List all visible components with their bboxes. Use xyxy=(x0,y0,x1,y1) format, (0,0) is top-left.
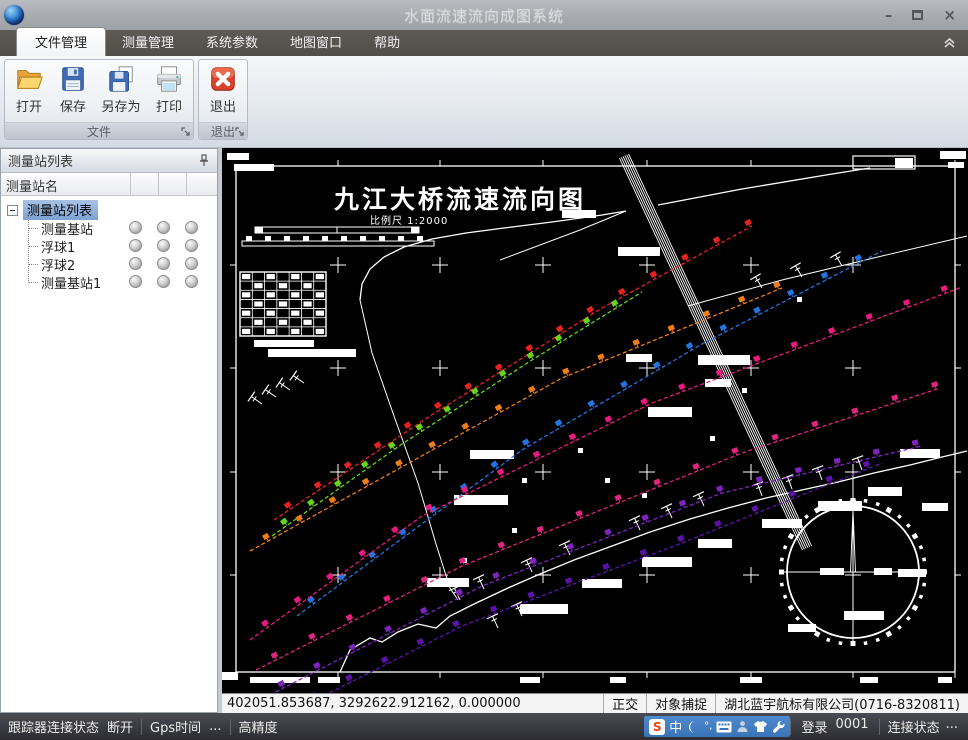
track-pink xyxy=(256,381,940,670)
app-window: 水面流速流向成图系统 – × 文件管理 测量管理 系统参数 地图窗口 帮助 xyxy=(0,0,968,740)
dialog-launcher-icon[interactable] xyxy=(181,127,191,137)
ribbon-group-caption-file: 文件 xyxy=(5,122,193,139)
ribbon-group-caption-exit: 退出 xyxy=(199,122,247,139)
company-label: 湖北蓝宇航标有限公司(0716-8320811) xyxy=(715,694,968,713)
minimize-button[interactable]: – xyxy=(885,8,893,23)
maximize-button[interactable] xyxy=(912,10,923,20)
station-list-panel: 测量站列表 测量站名 测量站列表 测量基站 xyxy=(0,148,218,713)
status-led xyxy=(185,239,198,252)
ribbon: 打开 保存 xyxy=(0,56,968,148)
cad-status-bar: 402051.853687, 3292622.912162, 0.000000 … xyxy=(222,693,968,713)
cursor-coordinates: 402051.853687, 3292622.912162, 0.000000 xyxy=(222,696,603,711)
tree-item-base-station-1[interactable]: 测量基站1 xyxy=(1,273,217,291)
column-header-indicator[interactable] xyxy=(131,173,159,195)
tracker-status-value: 断开 xyxy=(107,717,133,736)
gps-time-value: ... xyxy=(209,719,221,734)
ribbon-group-file: 打开 保存 xyxy=(4,59,194,140)
gps-time-label: Gps时间 xyxy=(150,717,201,736)
status-led xyxy=(129,275,142,288)
status-led xyxy=(185,221,198,234)
status-led xyxy=(129,239,142,252)
ime-language-icon[interactable]: 中 xyxy=(669,717,682,736)
drawing-scale-label: 比例尺 1:2000 xyxy=(370,212,448,227)
dialog-launcher-icon[interactable] xyxy=(235,127,245,137)
ribbon-tab-bar: 文件管理 测量管理 系统参数 地图窗口 帮助 xyxy=(0,30,968,56)
tab-help[interactable]: 帮助 xyxy=(358,28,416,56)
window-title: 水面流速流向成图系统 xyxy=(404,5,564,26)
close-button[interactable]: × xyxy=(943,8,956,23)
soft-keyboard-icon[interactable] xyxy=(716,721,732,733)
tab-measure-management[interactable]: 测量管理 xyxy=(106,28,190,56)
sogou-ime-icon[interactable]: S xyxy=(649,719,665,735)
precision-label: 高精度 xyxy=(239,717,278,736)
save-as-button[interactable]: 另存为 xyxy=(95,62,147,115)
app-status-bar: 跟踪器连接状态 断开 Gps时间 ... 高精度 S 中 °, xyxy=(0,713,968,740)
wrench-settings-icon[interactable] xyxy=(772,720,785,733)
exit-icon xyxy=(208,64,238,94)
track-violet xyxy=(260,460,882,693)
open-folder-icon xyxy=(14,64,44,94)
skin-shirt-icon[interactable] xyxy=(753,720,768,733)
save-floppy-icon xyxy=(58,64,88,94)
status-led xyxy=(157,257,170,270)
save-button[interactable]: 保存 xyxy=(51,62,95,115)
exit-button[interactable]: 退出 xyxy=(201,62,245,115)
punctuation-icon[interactable]: °, xyxy=(704,721,712,732)
open-button[interactable]: 打开 xyxy=(7,62,51,115)
collapse-ribbon-icon[interactable] xyxy=(943,36,956,49)
ime-language-bar: S 中 °, xyxy=(644,716,790,737)
status-led xyxy=(157,275,170,288)
status-led xyxy=(185,275,198,288)
tab-map-window[interactable]: 地图窗口 xyxy=(274,28,358,56)
column-header-indicator[interactable] xyxy=(159,173,187,195)
app-logo-globe-icon xyxy=(4,5,24,25)
save-as-icon xyxy=(106,64,136,94)
panel-title: 测量站列表 xyxy=(8,151,73,170)
main-area: 测量站列表 测量站名 测量站列表 测量基站 xyxy=(0,148,968,713)
track-red xyxy=(274,219,753,520)
status-led xyxy=(157,221,170,234)
title-bar: 水面流速流向成图系统 – × xyxy=(0,0,968,30)
user-icon[interactable] xyxy=(736,720,749,733)
print-button[interactable]: 打印 xyxy=(147,62,191,115)
osnap-toggle[interactable]: 对象捕捉 xyxy=(646,694,715,713)
station-tree: 测量站列表 测量基站 浮球1 浮球2 测量基站1 xyxy=(1,196,217,291)
column-header-indicator[interactable] xyxy=(187,173,217,195)
drawing-title: 九江大桥流速流向图 xyxy=(334,180,586,216)
status-led xyxy=(129,221,142,234)
cad-drawing xyxy=(222,148,968,693)
track-purple xyxy=(264,439,922,693)
map-canvas[interactable]: 九江大桥流速流向图 比例尺 1:2000 xyxy=(222,148,968,693)
column-header-station-name[interactable]: 测量站名 xyxy=(1,173,131,195)
status-led xyxy=(185,257,198,270)
tab-file-management[interactable]: 文件管理 xyxy=(16,27,106,56)
tracker-status-label: 跟踪器连接状态 xyxy=(8,717,99,736)
ribbon-group-exit: 退出 退出 xyxy=(198,59,248,140)
login-id: 0001 xyxy=(835,717,868,736)
status-led xyxy=(157,239,170,252)
tree-collapse-icon[interactable] xyxy=(7,205,18,216)
station-list-header: 测量站名 xyxy=(1,173,217,196)
tab-system-parameters[interactable]: 系统参数 xyxy=(190,28,274,56)
connection-status-value: ... xyxy=(946,717,958,736)
login-label: 登录 xyxy=(801,717,827,736)
status-led xyxy=(129,257,142,270)
ortho-toggle[interactable]: 正交 xyxy=(603,694,646,713)
connection-status-label: 连接状态 xyxy=(888,717,940,736)
printer-icon xyxy=(154,64,184,94)
full-half-moon-icon[interactable] xyxy=(686,720,700,734)
pin-icon[interactable] xyxy=(198,154,210,167)
